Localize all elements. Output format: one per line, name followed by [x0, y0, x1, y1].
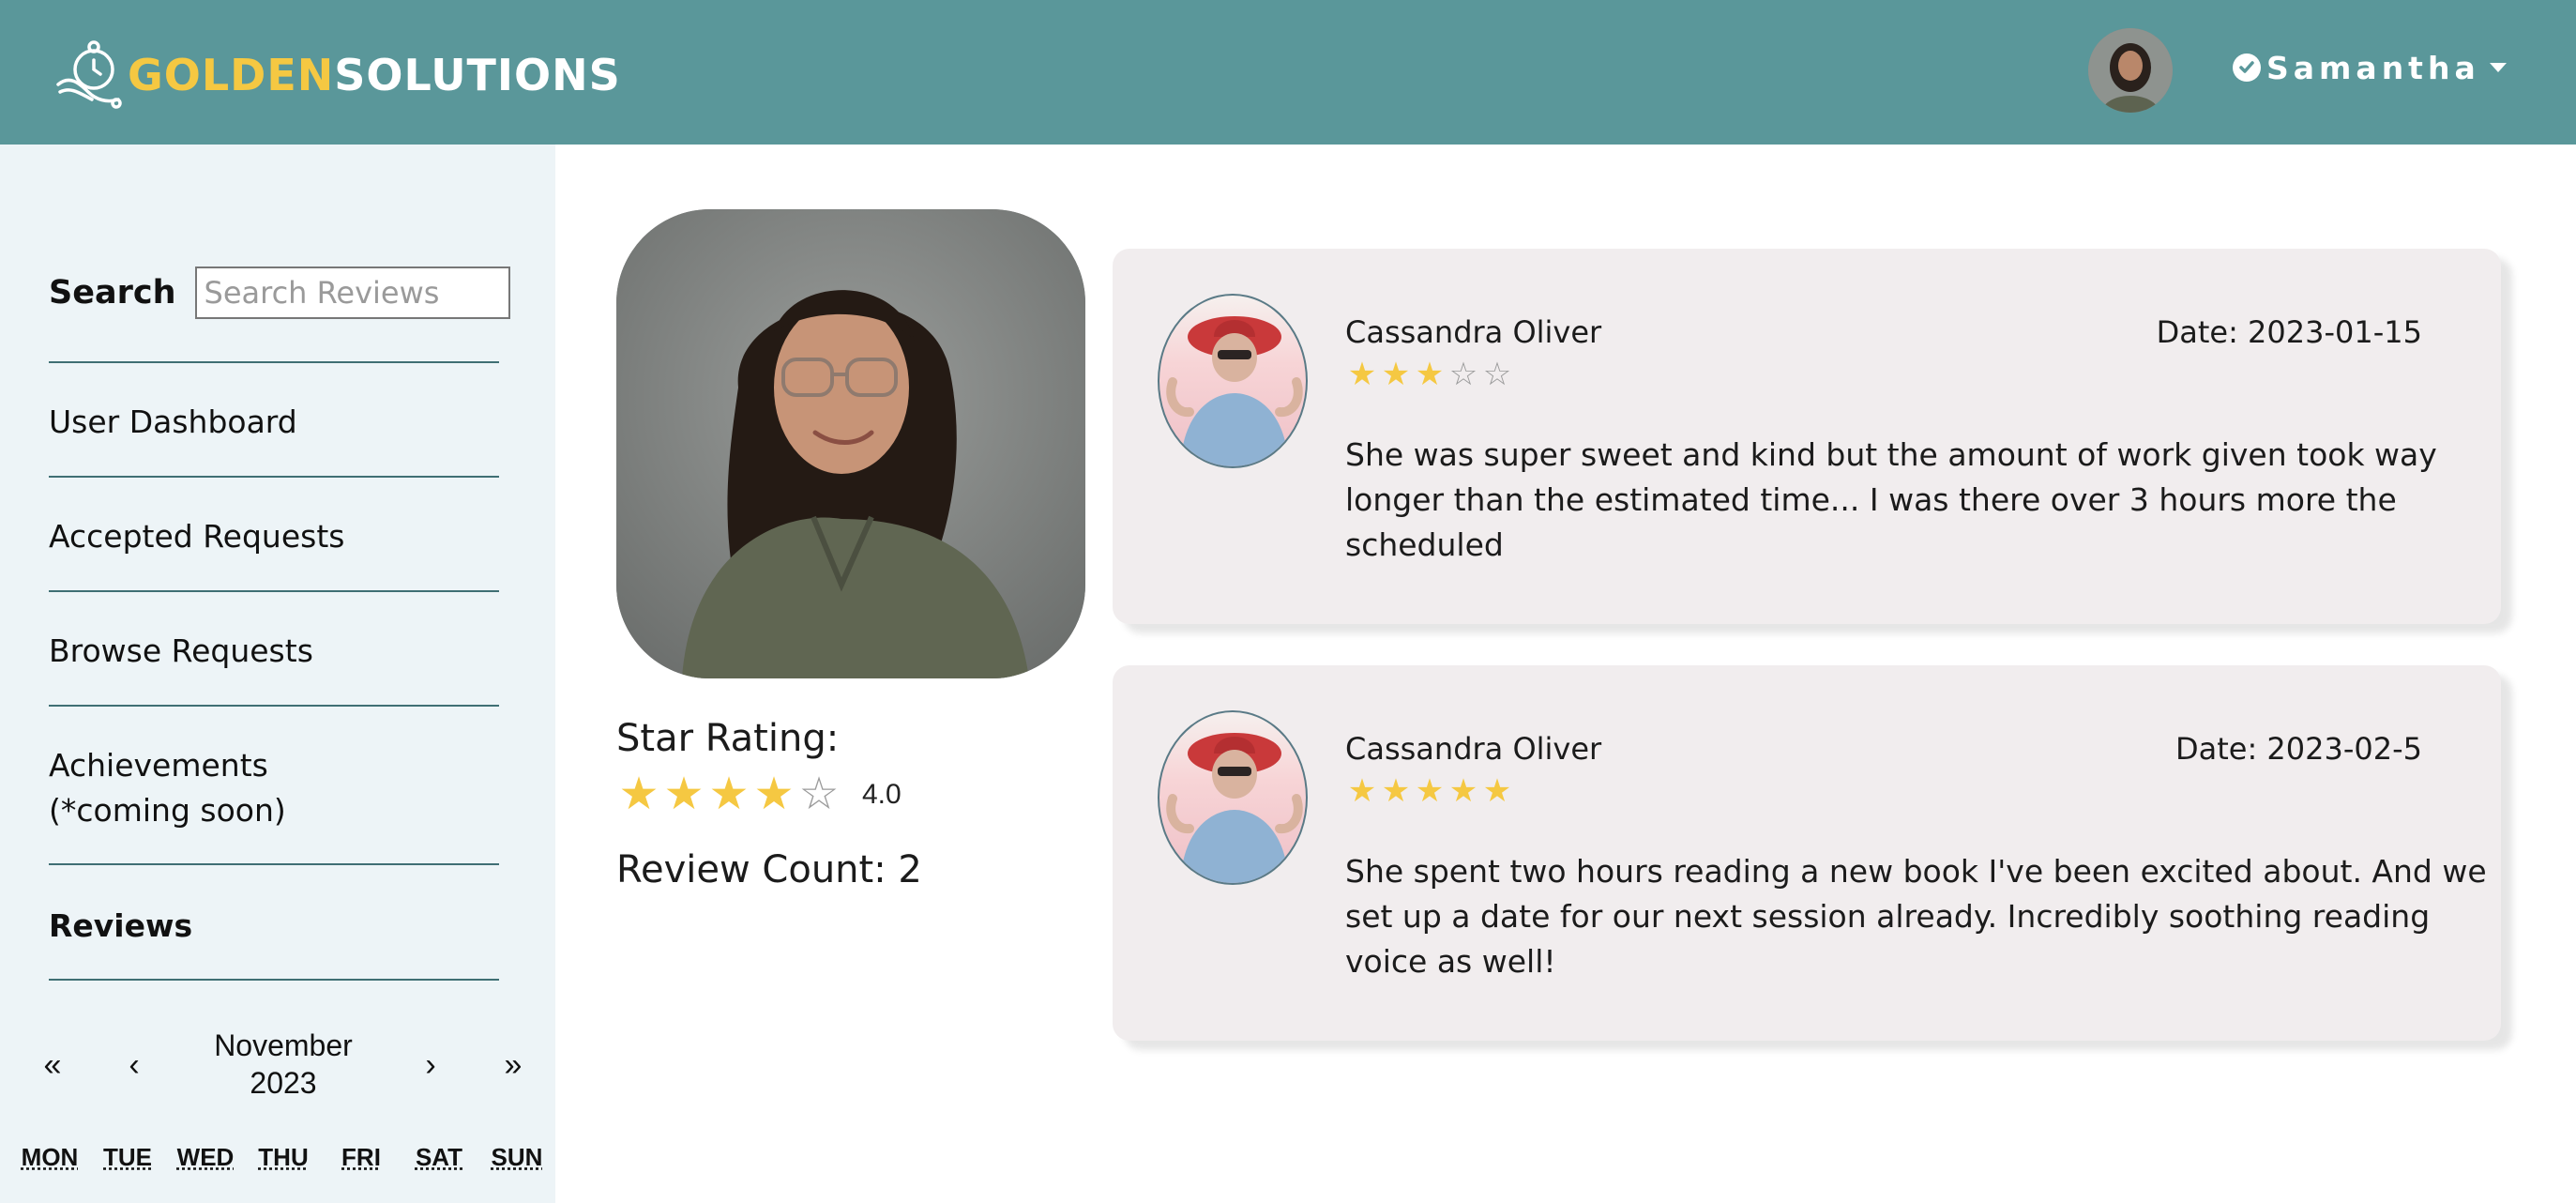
nav-divider	[49, 979, 499, 981]
review-card: Cassandra Oliver Date: 2023-02-5 ★ ★ ★ ★…	[1113, 665, 2501, 1041]
rating-value: 4.0	[862, 779, 902, 810]
star-icon: ★	[1347, 773, 1377, 809]
nav-divider	[49, 863, 499, 865]
calendar-prev-year-button[interactable]: «	[32, 1047, 73, 1084]
review-date: Date: 2023-02-5	[2174, 731, 2422, 767]
user-menu-dropdown[interactable]: Samantha	[2233, 45, 2507, 90]
weekday-label: SUN	[491, 1143, 543, 1171]
calendar-prev-month-button[interactable]: ‹	[114, 1047, 155, 1084]
review-date: Date: 2023-01-15	[2156, 314, 2422, 350]
review-count: Review Count: 2	[616, 848, 922, 891]
brand-name-white: SOLUTIONS	[334, 50, 621, 100]
reviewer-name: Cassandra Oliver	[1345, 314, 1602, 350]
user-avatar-image	[2088, 28, 2173, 113]
nav-divider	[49, 476, 499, 478]
sidebar: Search User Dashboard Accepted Requests …	[0, 145, 555, 1203]
star-icon: ★	[1347, 357, 1377, 392]
profile-photo	[616, 209, 1085, 678]
reviewer-avatar-image	[1166, 733, 1303, 883]
star-icon: ★	[1381, 773, 1411, 809]
nav-divider	[49, 361, 499, 363]
profile-star-rating: ★ ★ ★ ★ ☆ 4.0	[616, 769, 902, 819]
weekday-label: THU	[258, 1143, 309, 1171]
weekday-label: TUE	[103, 1143, 152, 1171]
nav-divider	[49, 705, 499, 707]
star-icon: ★	[1415, 357, 1445, 392]
weekday-label: WED	[176, 1143, 235, 1171]
review-text: She spent two hours reading a new book I…	[1345, 853, 2487, 980]
star-icon: ☆	[1482, 357, 1512, 392]
star-rating-label: Star Rating:	[616, 717, 840, 760]
reviewer-name: Cassandra Oliver	[1345, 731, 1602, 767]
star-icon: ★	[663, 769, 705, 819]
sidebar-item-browse-requests[interactable]: Browse Requests	[49, 629, 490, 674]
user-avatar[interactable]	[2088, 28, 2173, 113]
star-icon: ★	[708, 769, 750, 819]
search-label: Search	[49, 274, 176, 312]
review-text: She was super sweet and kind but the amo…	[1345, 436, 2437, 563]
sidebar-item-accepted-requests[interactable]: Accepted Requests	[49, 514, 490, 559]
review-star-rating: ★ ★ ★ ★ ★	[1345, 774, 1514, 808]
sidebar-item-user-dashboard[interactable]: User Dashboard	[49, 400, 490, 445]
user-name: Samantha	[2266, 49, 2480, 86]
calendar-navigation: « ‹ November 2023 › »	[0, 1027, 555, 1111]
star-icon: ★	[618, 769, 659, 819]
weekday-label: SAT	[415, 1143, 463, 1171]
review-star-rating: ★ ★ ★ ☆ ☆	[1345, 358, 1514, 391]
star-icon: ★	[1415, 773, 1445, 809]
check-circle-icon	[2233, 53, 2261, 82]
calendar-next-month-button[interactable]: ›	[410, 1047, 451, 1084]
reviewer-avatar	[1158, 294, 1308, 468]
calendar-weekdays: MON TUE WED THU FRI SAT SUN	[17, 1143, 550, 1172]
sidebar-item-achievements[interactable]: Achievements (*coming soon)	[49, 743, 490, 833]
star-icon: ★	[1381, 357, 1411, 392]
brand-name: GOLDENSOLUTIONS	[128, 38, 621, 113]
brand-logo[interactable]: GOLDENSOLUTIONS	[51, 38, 621, 113]
star-icon: ★	[1482, 773, 1512, 809]
profile-photo-image	[616, 209, 1085, 678]
sidebar-item-reviews[interactable]: Reviews	[49, 904, 490, 949]
search-reviews-input[interactable]	[194, 266, 510, 319]
caret-down-icon	[2489, 63, 2507, 72]
weekday-label: FRI	[341, 1143, 381, 1171]
reviewer-avatar-image	[1166, 316, 1303, 466]
review-card: Cassandra Oliver Date: 2023-01-15 ★ ★ ★ …	[1113, 249, 2501, 624]
calendar-month-label[interactable]: November 2023	[188, 1027, 379, 1102]
star-icon: ★	[1448, 773, 1478, 809]
top-navbar: GOLDENSOLUTIONS Samantha	[0, 0, 2576, 145]
nav-divider	[49, 590, 499, 592]
weekday-label: MON	[21, 1143, 79, 1171]
star-icon: ☆	[798, 769, 840, 819]
reviewer-avatar	[1158, 710, 1308, 885]
star-icon: ☆	[1448, 357, 1478, 392]
brand-name-gold: GOLDEN	[128, 50, 335, 100]
calendar-next-year-button[interactable]: »	[492, 1047, 534, 1084]
pocket-watch-logo-icon	[56, 40, 122, 109]
search-row: Search	[49, 266, 510, 319]
star-icon: ★	[753, 769, 795, 819]
